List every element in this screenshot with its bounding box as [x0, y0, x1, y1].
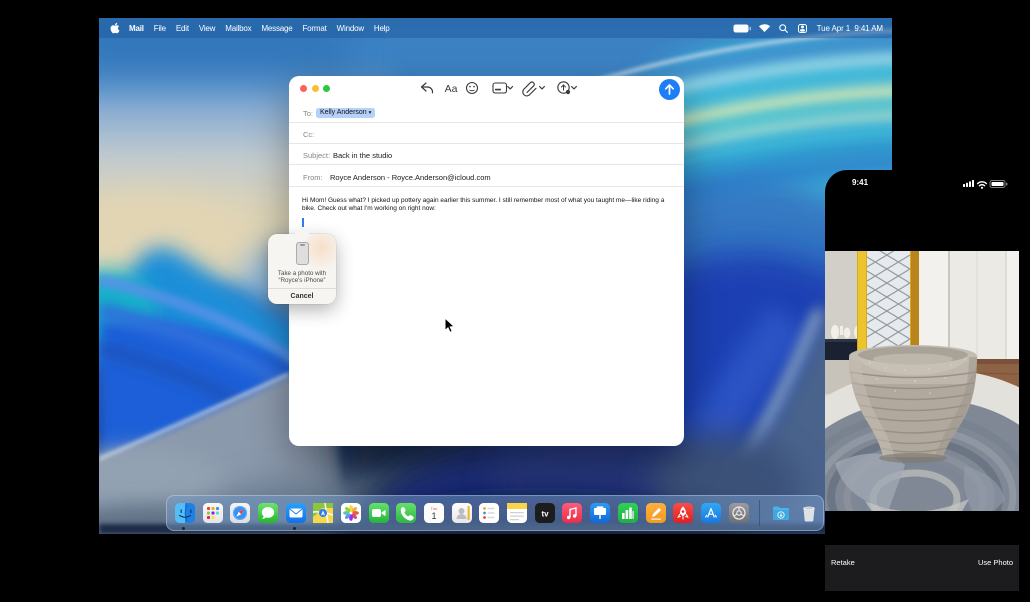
svg-text:Aa: Aa — [445, 83, 458, 95]
svg-text:1: 1 — [432, 511, 437, 521]
svg-text:tv: tv — [541, 510, 549, 519]
